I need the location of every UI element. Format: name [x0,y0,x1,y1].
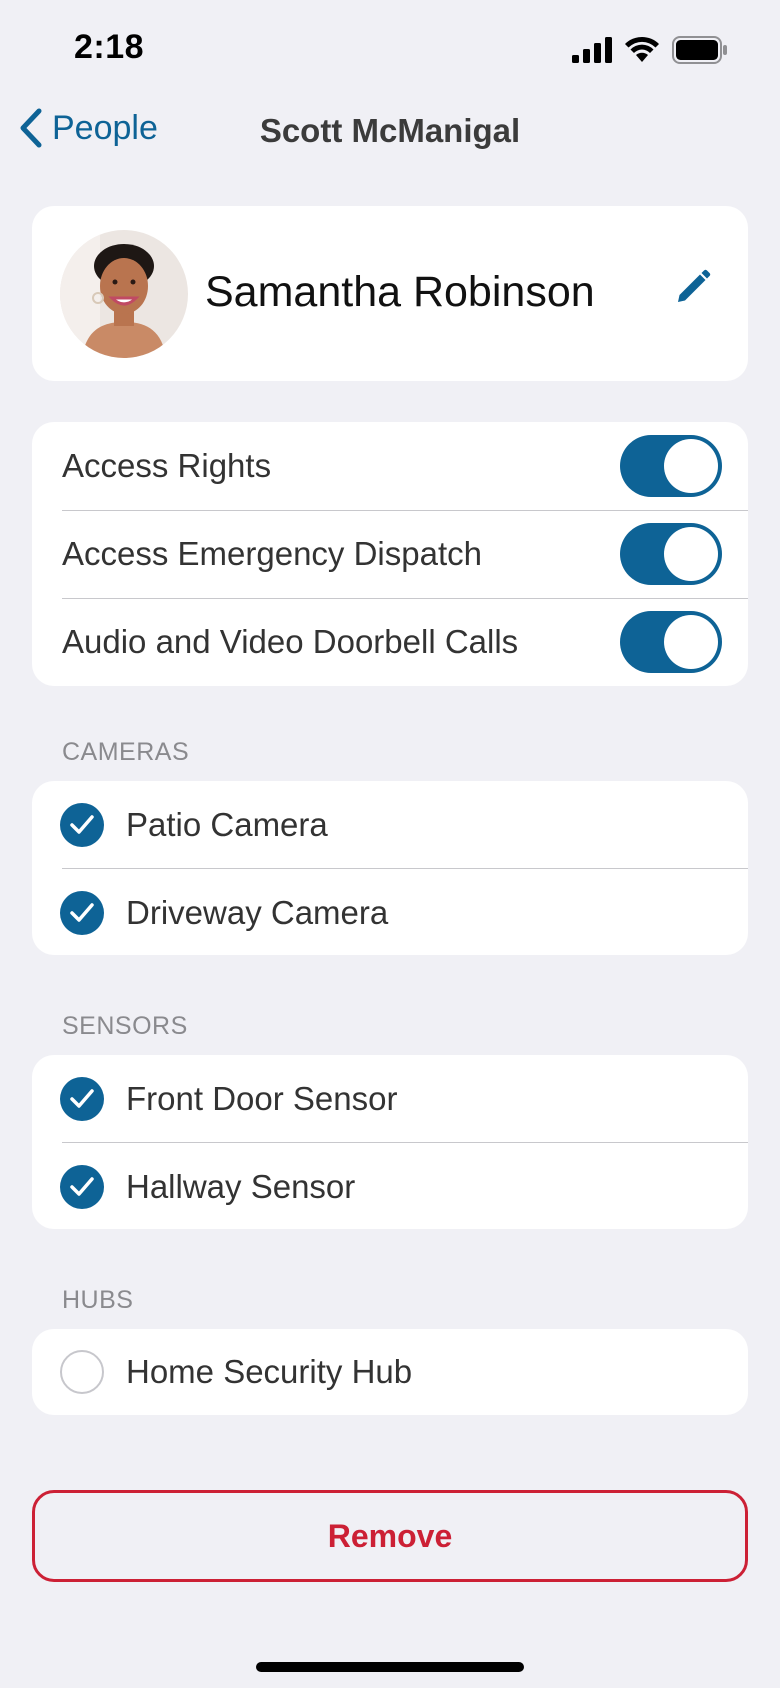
wifi-icon [625,36,659,62]
doorbell-calls-toggle[interactable] [620,611,722,673]
permission-label: Audio and Video Doorbell Calls [62,623,519,660]
battery-icon [672,36,727,64]
sensor-label: Hallway Sensor [126,1168,356,1205]
checkmark-icon[interactable] [60,803,104,847]
page-title: Scott McManigal [259,112,521,149]
status-time: 2:18 [74,28,145,66]
cameras-card: Patio Camera Driveway Camera [32,781,748,955]
permission-row: Access Emergency Dispatch [32,510,748,598]
checkmark-icon[interactable] [60,1077,104,1121]
emergency-dispatch-toggle[interactable] [620,523,722,585]
access-rights-toggle[interactable] [620,435,722,497]
list-item[interactable]: Patio Camera [32,781,748,869]
profile-name: Samantha Robinson [205,268,595,316]
checkmark-icon[interactable] [60,1165,104,1209]
hubs-card: Home Security Hub [32,1329,748,1415]
permission-label: Access Emergency Dispatch [62,535,482,572]
list-item[interactable]: Driveway Camera [32,869,748,955]
cellular-signal-icon [572,37,612,63]
section-header-sensors: SENSORS [62,1012,188,1040]
permission-label: Access Rights [62,447,272,484]
home-indicator [256,1662,524,1672]
permissions-card: Access Rights Access Emergency Dispatch … [32,422,748,686]
unchecked-circle-icon[interactable] [60,1350,104,1394]
section-header-cameras: CAMERAS [62,738,190,766]
list-item[interactable]: Home Security Hub [32,1329,748,1415]
checkmark-icon[interactable] [60,891,104,935]
camera-label: Driveway Camera [126,894,389,931]
permission-row: Audio and Video Doorbell Calls [32,598,748,686]
permission-row: Access Rights [32,422,748,510]
edit-pencil-icon[interactable] [672,268,712,308]
list-item[interactable]: Front Door Sensor [32,1055,748,1143]
status-icons [572,36,728,64]
remove-button[interactable]: Remove [32,1490,748,1582]
sensors-card: Front Door Sensor Hallway Sensor [32,1055,748,1229]
avatar [60,230,188,358]
section-header-hubs: HUBS [62,1286,134,1314]
sensor-label: Front Door Sensor [126,1080,398,1117]
hub-label: Home Security Hub [126,1353,413,1390]
camera-label: Patio Camera [126,806,328,843]
list-item[interactable]: Hallway Sensor [32,1143,748,1229]
